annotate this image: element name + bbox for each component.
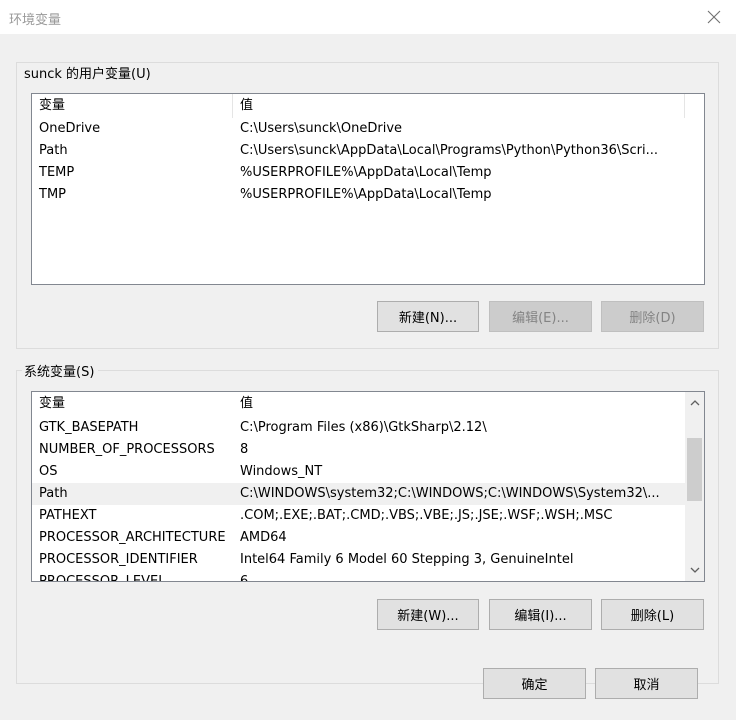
var-name: OneDrive [39, 121, 101, 136]
var-value: .COM;.EXE;.BAT;.CMD;.VBS;.VBE;.JS;.JSE;.… [240, 508, 613, 523]
column-header-value[interactable]: 值 [233, 392, 685, 416]
user-vars-list[interactable]: 变量 值 OneDrive C:\Users\sunck\OneDrive Pa… [31, 93, 705, 285]
system-edit-button[interactable]: 编辑(I)... [489, 599, 592, 630]
ok-button[interactable]: 确定 [483, 668, 586, 699]
var-name: GTK_BASEPATH [39, 420, 139, 435]
var-value: 6 [240, 574, 249, 582]
vertical-scrollbar[interactable] [685, 392, 704, 581]
system-vars-list[interactable]: 变量 值 GTK_BASEPATH C:\Program Files (x86)… [31, 391, 705, 582]
user-edit-button[interactable]: 编辑(E)... [489, 301, 592, 332]
var-name: NUMBER_OF_PROCESSORS [39, 442, 215, 457]
system-delete-button[interactable]: 删除(L) [601, 599, 704, 630]
var-value: AMD64 [240, 530, 287, 545]
list-item[interactable]: PROCESSOR_IDENTIFIER Intel64 Family 6 Mo… [32, 549, 704, 571]
system-vars-label: 系统变量(S) [22, 361, 99, 380]
var-value: C:\Users\sunck\OneDrive [240, 121, 403, 136]
chevron-up-icon [690, 400, 699, 406]
close-button[interactable] [692, 0, 736, 34]
scroll-down-button[interactable] [685, 559, 704, 581]
list-item[interactable]: OneDrive C:\Users\sunck\OneDrive [32, 118, 704, 140]
column-header-value[interactable]: 值 [233, 94, 685, 118]
list-item[interactable]: TMP %USERPROFILE%\AppData\Local\Temp [32, 184, 704, 206]
list-item[interactable]: PROCESSOR_LEVEL 6 [32, 571, 704, 582]
column-header-variable[interactable]: 变量 [32, 392, 233, 416]
var-name: Path [39, 486, 68, 501]
column-header-variable[interactable]: 变量 [32, 94, 233, 118]
window-title: 环境变量 [9, 13, 62, 28]
list-item[interactable]: PROCESSOR_ARCHITECTURE AMD64 [32, 527, 704, 549]
var-value: C:\WINDOWS\system32;C:\WINDOWS;C:\WINDOW… [240, 486, 660, 501]
var-value: 8 [240, 442, 249, 457]
var-value: C:\Users\sunck\AppData\Local\Programs\Py… [240, 143, 658, 158]
list-item[interactable]: NUMBER_OF_PROCESSORS 8 [32, 439, 704, 461]
list-item[interactable]: PATHEXT .COM;.EXE;.BAT;.CMD;.VBS;.VBE;.J… [32, 505, 704, 527]
var-value: %USERPROFILE%\AppData\Local\Temp [240, 187, 492, 202]
var-name: OS [39, 464, 58, 479]
scrollbar-thumb[interactable] [687, 438, 702, 501]
var-name: TMP [39, 187, 66, 202]
var-name: Path [39, 143, 68, 158]
list-item[interactable]: TEMP %USERPROFILE%\AppData\Local\Temp [32, 162, 704, 184]
var-value: %USERPROFILE%\AppData\Local\Temp [240, 165, 492, 180]
user-vars-header: 变量 值 [32, 94, 704, 118]
var-value: Intel64 Family 6 Model 60 Stepping 3, Ge… [240, 552, 574, 567]
cancel-button[interactable]: 取消 [595, 668, 698, 699]
close-icon [707, 10, 721, 24]
var-value: C:\Program Files (x86)\GtkSharp\2.12\ [240, 420, 487, 435]
var-name: PROCESSOR_IDENTIFIER [39, 552, 198, 567]
list-item[interactable]: Path C:\Users\sunck\AppData\Local\Progra… [32, 140, 704, 162]
chevron-down-icon [690, 567, 699, 573]
var-name: PROCESSOR_ARCHITECTURE [39, 530, 226, 545]
list-item[interactable]: OS Windows_NT [32, 461, 704, 483]
list-item[interactable]: GTK_BASEPATH C:\Program Files (x86)\GtkS… [32, 417, 704, 439]
system-vars-header: 变量 值 [32, 392, 704, 416]
var-value: Windows_NT [240, 464, 323, 479]
scroll-up-button[interactable] [685, 392, 704, 414]
dialog-client: sunck 的用户变量(U) 变量 值 OneDrive C:\Users\su… [0, 34, 736, 720]
user-new-button[interactable]: 新建(N)... [377, 301, 479, 332]
user-delete-button[interactable]: 删除(D) [601, 301, 704, 332]
var-name: PATHEXT [39, 508, 97, 523]
var-name: TEMP [39, 165, 75, 180]
var-name: PROCESSOR_LEVEL [39, 574, 166, 582]
system-new-button[interactable]: 新建(W)... [377, 599, 479, 630]
title-bar: 环境变量 [0, 0, 736, 34]
user-vars-label: sunck 的用户变量(U) [22, 63, 155, 82]
list-item-selected[interactable]: Path C:\WINDOWS\system32;C:\WINDOWS;C:\W… [32, 483, 685, 505]
